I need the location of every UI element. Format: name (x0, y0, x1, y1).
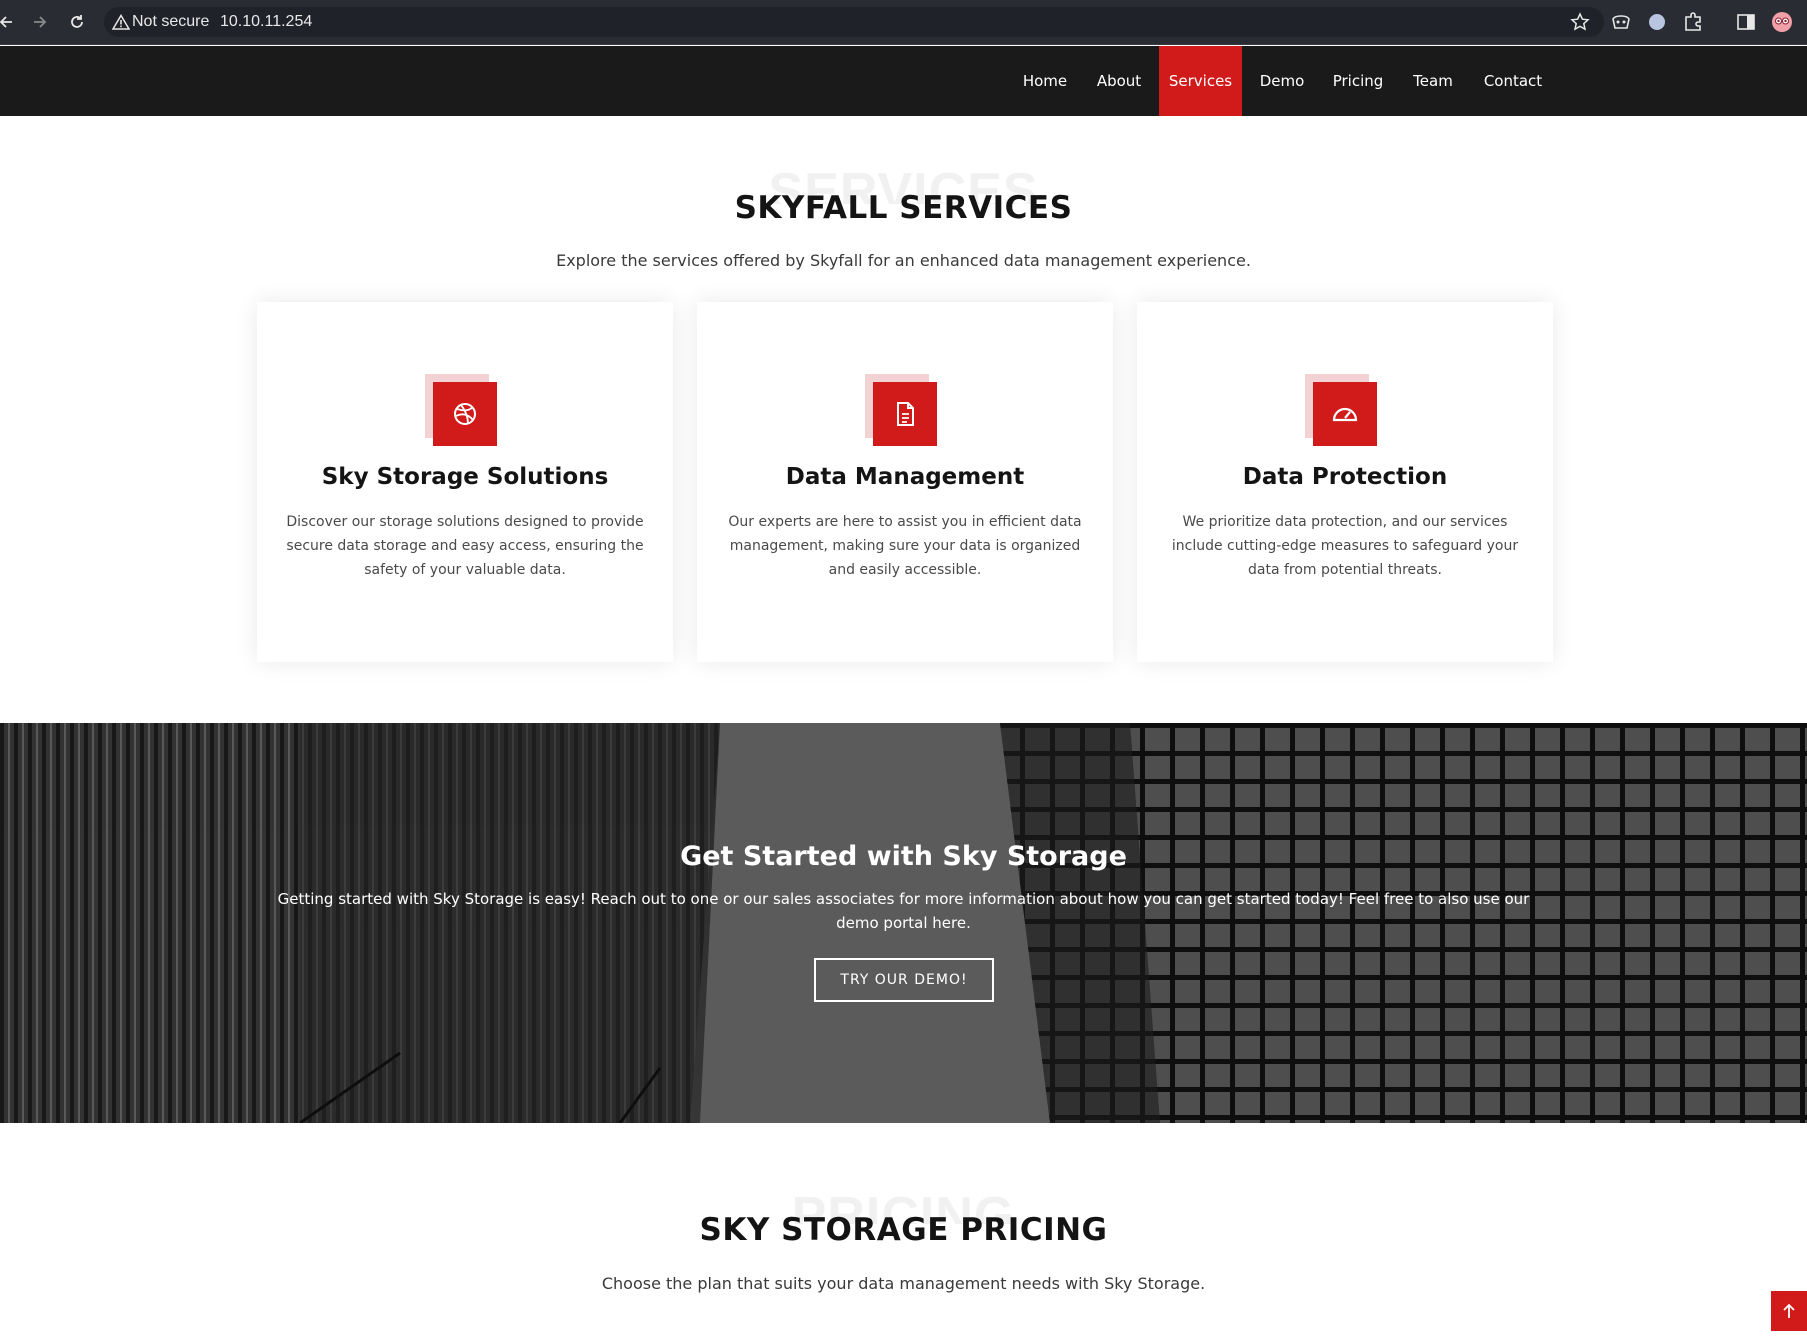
extension-mask-icon[interactable] (1610, 11, 1632, 33)
card-title: Data Protection (1242, 464, 1448, 490)
service-icon-wrap (865, 374, 937, 446)
forward-arrow-icon[interactable] (28, 10, 52, 34)
nav-demo[interactable]: Demo (1252, 46, 1312, 116)
nav-services[interactable]: Services (1159, 46, 1242, 116)
site-header: Home About Services Demo Pricing Team Co… (0, 46, 1807, 116)
nav-pricing[interactable]: Pricing (1326, 46, 1390, 116)
pricing-title: SKY STORAGE PRICING (699, 1212, 1108, 1248)
pricing-subtitle: Choose the plan that suits your data man… (601, 1274, 1206, 1293)
security-status[interactable]: Not secure (132, 13, 209, 31)
service-card-storage: Sky Storage Solutions Discover our stora… (257, 302, 673, 662)
back-arrow-icon[interactable] (0, 10, 18, 34)
card-title: Data Management (785, 464, 1025, 490)
service-card-protection: Data Protection We prioritize data prote… (1137, 302, 1553, 662)
address-bar[interactable]: Not secure 10.10.11.254 (104, 7, 1604, 37)
browser-toolbar: Not secure 10.10.11.254 (0, 0, 1807, 45)
cta-title: Get Started with Sky Storage (680, 841, 1127, 872)
document-icon (873, 382, 937, 446)
extension-circle-icon[interactable] (1646, 11, 1668, 33)
card-text: We prioritize data protection, and our s… (1171, 514, 1519, 578)
service-card-management: Data Management Our experts are here to … (697, 302, 1113, 662)
arrow-up-icon (1783, 1303, 1795, 1318)
nav-team[interactable]: Team (1404, 46, 1462, 116)
warning-icon[interactable] (112, 14, 130, 30)
service-icon-wrap (425, 374, 497, 446)
profile-avatar-icon[interactable] (1771, 11, 1793, 33)
card-text: Discover our storage solutions designed … (286, 514, 644, 578)
side-panel-icon[interactable] (1735, 11, 1757, 33)
card-title: Sky Storage Solutions (321, 464, 609, 490)
cta-text: Getting started with Sky Storage is easy… (277, 890, 1530, 932)
puzzle-icon[interactable] (1682, 11, 1704, 33)
nav-about[interactable]: About (1087, 46, 1151, 116)
nav-home[interactable]: Home (1009, 46, 1081, 116)
reload-icon[interactable] (65, 10, 89, 34)
card-text: Our experts are here to assist you in ef… (728, 514, 1082, 578)
service-icon-wrap (1305, 374, 1377, 446)
cta-banner: Get Started with Sky Storage Getting sta… (0, 723, 1807, 1123)
services-subtitle: Explore the services offered by Skyfall … (556, 251, 1251, 270)
services-title: SKYFALL SERVICES (734, 190, 1073, 226)
dribbble-icon (433, 382, 497, 446)
speedometer-icon (1313, 382, 1377, 446)
back-to-top-button[interactable] (1771, 1291, 1807, 1331)
url-text[interactable]: 10.10.11.254 (220, 13, 312, 31)
try-demo-button[interactable]: TRY OUR DEMO! (814, 958, 994, 1002)
nav-contact[interactable]: Contact (1477, 46, 1549, 116)
bookmark-star-icon[interactable] (1570, 12, 1590, 32)
